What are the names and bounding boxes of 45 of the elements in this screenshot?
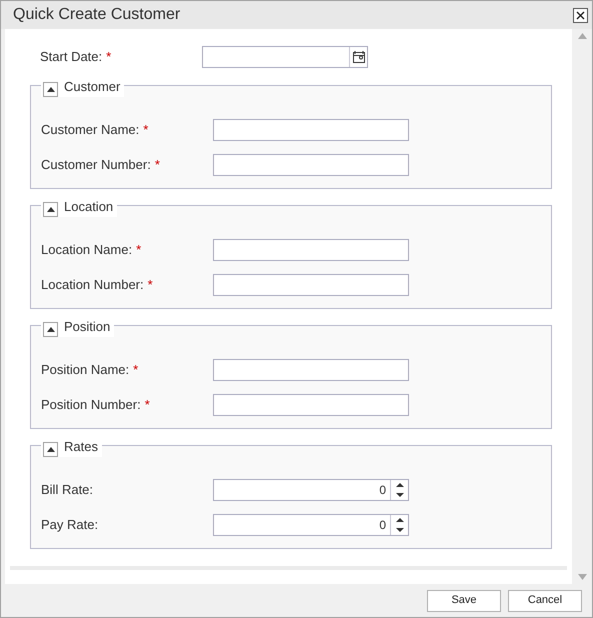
field-label: Customer Number: * [40,156,161,174]
text-field[interactable] [213,154,409,176]
number-input[interactable]: 0 [214,480,390,500]
section-title: Location [64,198,114,216]
up-arrow-icon [46,327,54,332]
section-title: Position [64,318,110,336]
collapse-button[interactable] [43,322,58,337]
close-icon [576,10,585,20]
window-title: Quick Create Customer [13,5,180,25]
number-field[interactable]: 0 [213,514,409,536]
number-input[interactable]: 0 [214,515,390,535]
text-field[interactable] [213,119,409,141]
collapse-button[interactable] [43,442,58,457]
calendar-icon[interactable] [352,51,364,63]
up-arrow-icon [46,207,54,212]
field-label: Location Name: * [40,241,142,260]
field-label: Start Date: * [39,48,112,66]
field-label: Position Name: * [40,361,140,380]
field-label: Position Number: * [40,396,151,414]
required-mark: * [154,157,160,172]
date-field[interactable] [202,46,368,68]
field-label: Bill Rate: [40,481,94,500]
required-mark: * [106,49,112,64]
required-mark: * [136,242,142,258]
dialog-button[interactable]: Save [427,590,501,612]
field-label: Location Number: * [40,276,154,294]
collapse-button[interactable] [43,82,58,97]
number-field[interactable]: 0 [213,479,409,501]
field-label: Customer Name: * [40,121,150,140]
dialog-button[interactable]: Cancel [508,590,582,612]
section-title: Rates [64,438,98,456]
text-field[interactable] [213,239,409,261]
text-field[interactable] [213,394,409,416]
close-button[interactable] [573,8,588,22]
required-mark: * [148,277,153,292]
text-field[interactable] [213,359,409,381]
up-arrow-icon [46,447,54,452]
required-mark: * [133,362,138,378]
field-label: Pay Rate: [40,516,100,534]
up-arrow-icon [46,87,54,92]
required-mark: * [143,122,148,138]
collapse-button[interactable] [43,202,58,217]
required-mark: * [144,397,150,412]
text-field[interactable] [213,274,409,296]
section-title: Customer [64,78,120,96]
